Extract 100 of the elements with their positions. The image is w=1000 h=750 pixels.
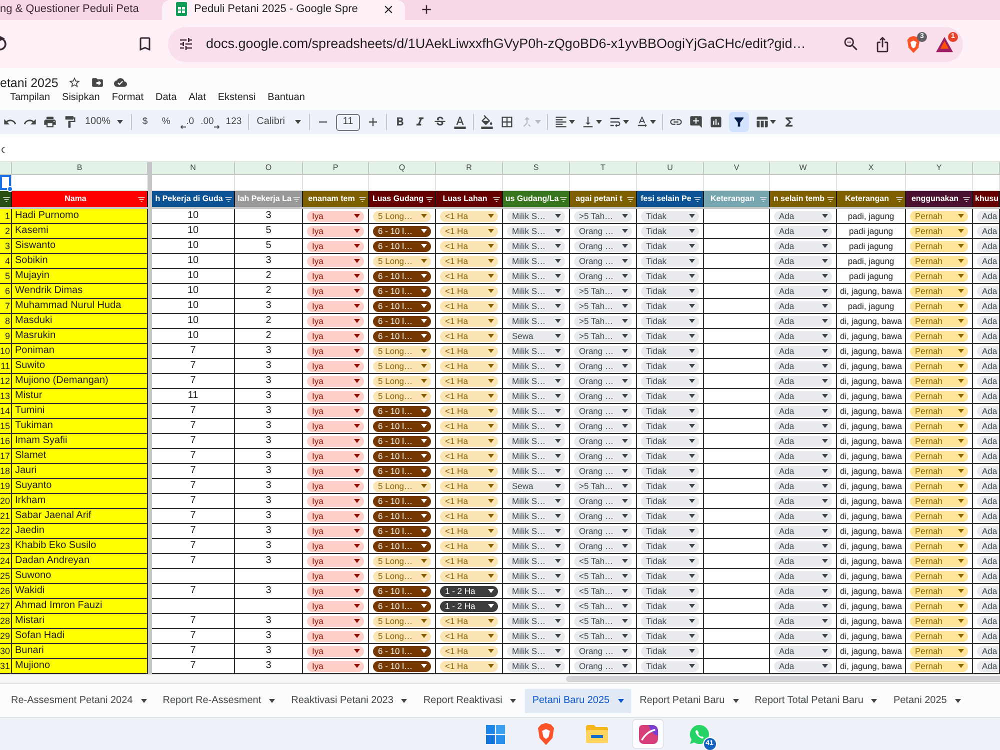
column-heading[interactable]: T bbox=[570, 162, 637, 175]
dropdown-chip[interactable]: 6 - 10 l… bbox=[373, 316, 431, 326]
dropdown-chip[interactable]: Ada bbox=[977, 496, 999, 506]
dropdown-chip[interactable]: 6 - 10 l… bbox=[373, 406, 431, 416]
dropdown-chip[interactable]: Pernah bbox=[910, 480, 968, 492]
dropdown-chip[interactable]: 6 - 10 l… bbox=[373, 646, 431, 656]
dropdown-chip[interactable]: Ada bbox=[977, 240, 999, 252]
dropdown-chip[interactable]: Ada bbox=[774, 406, 832, 416]
dropdown-chip[interactable]: Tidak bbox=[641, 616, 699, 626]
dropdown-chip[interactable]: Ada bbox=[977, 570, 999, 582]
dropdown-chip[interactable]: Ada bbox=[774, 556, 832, 566]
dropdown-chip[interactable]: Tidak bbox=[641, 346, 699, 356]
dropdown-chip[interactable]: Pernah bbox=[910, 300, 968, 312]
column-heading[interactable]: U bbox=[637, 162, 704, 175]
dropdown-chip[interactable]: Tidak bbox=[641, 330, 699, 342]
reload-icon[interactable] bbox=[0, 36, 7, 52]
dropdown-chip[interactable]: Pernah bbox=[910, 496, 968, 506]
dropdown-chip[interactable]: Ada bbox=[977, 270, 999, 282]
dropdown-chip[interactable]: Milik S… bbox=[507, 286, 565, 296]
dropdown-chip[interactable]: <1 Ha bbox=[440, 226, 498, 236]
dropdown-chip[interactable]: Orang … bbox=[574, 436, 632, 446]
shield-icon[interactable] bbox=[905, 36, 922, 52]
dropdown-chip[interactable]: Iya bbox=[307, 390, 364, 402]
move-folder-icon[interactable] bbox=[91, 76, 104, 89]
dropdown-chip[interactable]: Tidak bbox=[641, 646, 699, 656]
dropdown-chip[interactable]: Milik S… bbox=[507, 630, 565, 642]
dropdown-chip[interactable]: <1 Ha bbox=[440, 256, 498, 266]
dropdown-chip[interactable]: Iya bbox=[307, 240, 364, 252]
dropdown-chip[interactable]: Milik S… bbox=[507, 300, 565, 312]
dropdown-chip[interactable]: Tidak bbox=[641, 360, 699, 372]
menu-item[interactable]: Data bbox=[156, 93, 177, 103]
dropdown-chip[interactable]: Orang … bbox=[574, 450, 632, 462]
dropdown-chip[interactable]: >5 Tah… bbox=[574, 286, 632, 296]
dropdown-chip[interactable]: Ada bbox=[977, 346, 999, 356]
font-select[interactable]: Calibri bbox=[254, 117, 303, 127]
dropdown-chip[interactable]: Milik S… bbox=[507, 646, 565, 656]
dropdown-chip[interactable]: Tidak bbox=[641, 436, 699, 446]
plus-icon[interactable] bbox=[366, 115, 380, 129]
dropdown-chip[interactable]: Pernah bbox=[910, 630, 968, 642]
menu-item[interactable]: Ekstensi bbox=[218, 93, 256, 103]
dropdown-chip[interactable]: Pernah bbox=[910, 450, 968, 462]
dropdown-chip[interactable]: Pernah bbox=[910, 346, 968, 356]
dropdown-chip[interactable]: Tidak bbox=[641, 210, 699, 222]
dropdown-chip[interactable]: Pernah bbox=[910, 360, 968, 372]
dropdown-chip[interactable]: Iya bbox=[307, 570, 364, 582]
dropdown-chip[interactable]: <1 Ha bbox=[440, 466, 498, 476]
dropdown-chip[interactable]: Ada bbox=[774, 526, 832, 536]
dropdown-chip[interactable]: Iya bbox=[307, 556, 364, 566]
dropdown-chip[interactable]: <5 Tah… bbox=[574, 586, 632, 596]
dropdown-chip[interactable]: <5 Tah… bbox=[574, 600, 632, 612]
dropdown-chip[interactable]: Ada bbox=[977, 226, 999, 236]
dropdown-chip[interactable]: Tidak bbox=[641, 316, 699, 326]
dropdown-chip[interactable]: Pernah bbox=[910, 226, 968, 236]
dropdown-chip[interactable]: Pernah bbox=[910, 240, 968, 252]
dropdown-chip[interactable]: Ada bbox=[774, 226, 832, 236]
dropdown-chip[interactable]: Milik S… bbox=[507, 390, 565, 402]
dropdown-chip[interactable]: Orang … bbox=[574, 270, 632, 282]
dropdown-chip[interactable]: Iya bbox=[307, 300, 364, 312]
dropdown-chip[interactable]: Ada bbox=[977, 390, 999, 402]
dropdown-chip[interactable]: 6 - 10 l… bbox=[373, 586, 431, 596]
column-heading[interactable]: N bbox=[152, 162, 235, 175]
font-size-field[interactable]: 11 bbox=[336, 114, 360, 130]
dropdown-chip[interactable]: Tidak bbox=[641, 480, 699, 492]
dropdown-chip[interactable]: <1 Ha bbox=[440, 210, 498, 222]
dropdown-chip[interactable]: Iya bbox=[307, 436, 364, 446]
dropdown-chip[interactable]: Ada bbox=[774, 660, 832, 672]
dropdown-chip[interactable]: 5 Long… bbox=[373, 360, 431, 372]
filter-icon[interactable] bbox=[425, 194, 434, 204]
dropdown-chip[interactable]: Tidak bbox=[641, 630, 699, 642]
dropdown-chip[interactable]: >5 Tah… bbox=[574, 330, 632, 342]
cloud-check-icon[interactable] bbox=[114, 76, 128, 89]
dropdown-chip[interactable]: Milik S… bbox=[507, 406, 565, 416]
dropdown-chip[interactable]: Ada bbox=[977, 330, 999, 342]
text-color-icon[interactable] bbox=[453, 115, 467, 129]
dropdown-chip[interactable]: Tidak bbox=[641, 526, 699, 536]
dropdown-chip[interactable]: Pernah bbox=[910, 210, 968, 222]
folder-icon[interactable] bbox=[586, 725, 608, 743]
dropdown-chip[interactable]: Milik S… bbox=[507, 586, 565, 596]
dropdown-chip[interactable]: Ada bbox=[977, 256, 999, 266]
dropdown-chip[interactable]: Milik S… bbox=[507, 616, 565, 626]
vertical-align-icon[interactable] bbox=[581, 115, 595, 129]
dropdown-chip[interactable]: Milik S… bbox=[507, 256, 565, 266]
align-left-icon[interactable] bbox=[554, 115, 568, 129]
dropdown-chip[interactable]: Ada bbox=[977, 360, 999, 372]
dropdown-chip[interactable]: <1 Ha bbox=[440, 406, 498, 416]
dropdown-chip[interactable]: 5 Long… bbox=[373, 480, 431, 492]
dropdown-chip[interactable]: >5 Tah… bbox=[574, 316, 632, 326]
dropdown-chip[interactable]: Pernah bbox=[910, 390, 968, 402]
dropdown-chip[interactable]: Iya bbox=[307, 286, 364, 296]
column-heading[interactable]: P bbox=[303, 162, 369, 175]
dropdown-chip[interactable]: 6 - 10 l… bbox=[373, 300, 431, 312]
dropdown-chip[interactable]: Orang … bbox=[574, 376, 632, 386]
dropdown-chip[interactable]: Ada bbox=[774, 256, 832, 266]
dropdown-chip[interactable]: Pernah bbox=[910, 420, 968, 432]
sheet-tab[interactable]: Report Re-Assesment bbox=[156, 688, 282, 712]
dropdown-chip[interactable]: Ada bbox=[977, 630, 999, 642]
dropdown-chip[interactable]: Milik S… bbox=[507, 210, 565, 222]
dropdown-chip[interactable]: Milik S… bbox=[507, 240, 565, 252]
dropdown-chip[interactable]: Ada bbox=[774, 270, 832, 282]
column-heading[interactable]: S bbox=[503, 162, 570, 175]
